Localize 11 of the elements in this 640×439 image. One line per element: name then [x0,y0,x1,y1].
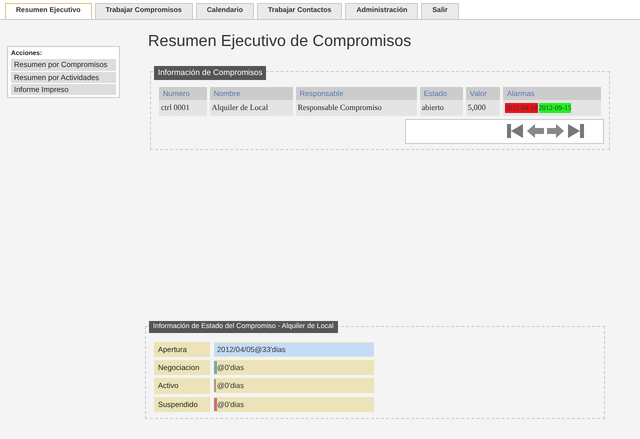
table-cell: Alquiler de Local [210,100,293,116]
table-cell: ctrl 0001 [159,100,207,116]
panel-legend: Información de Compromisos [154,66,266,80]
next-arrow-icon[interactable] [546,123,565,140]
previous-arrow-icon[interactable] [526,123,545,140]
last-page-icon[interactable] [566,123,585,140]
table-cell: Responsable Compromiso [296,100,417,116]
first-page-icon[interactable] [506,123,525,140]
table-cell: 5,000 [466,100,500,116]
table-cell: abierto [420,100,463,116]
page-title: Resumen Ejecutivo de Compromisos [148,32,412,52]
